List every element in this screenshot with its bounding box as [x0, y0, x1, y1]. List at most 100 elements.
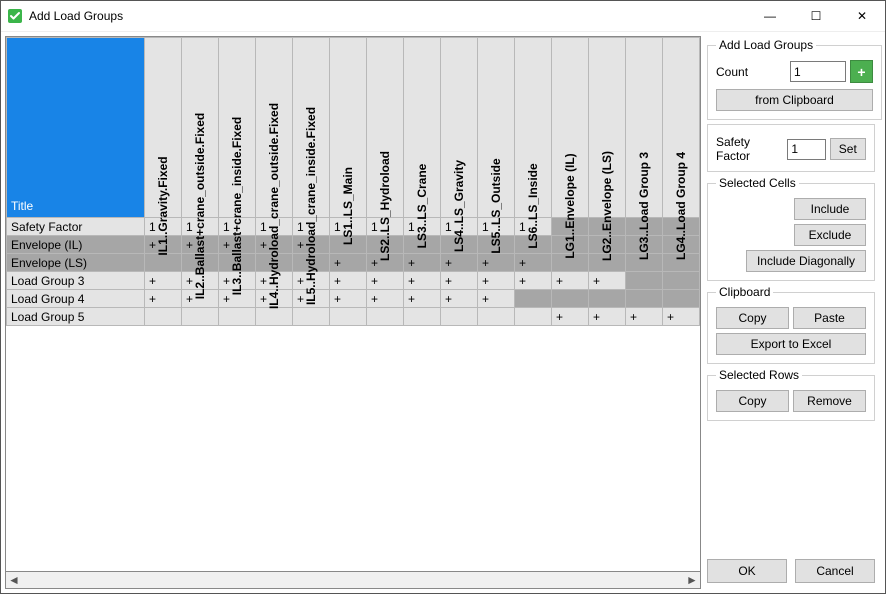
grid-cell[interactable]: + — [404, 254, 441, 272]
grid-cell[interactable]: + — [626, 308, 663, 326]
grid-cell[interactable]: + — [367, 272, 404, 290]
row-header[interactable]: Load Group 3 — [7, 272, 145, 290]
grid-cell[interactable] — [626, 272, 663, 290]
grid-cell[interactable]: + — [441, 290, 478, 308]
grid-cell[interactable]: + — [330, 290, 367, 308]
grid-cell[interactable]: + — [552, 308, 589, 326]
column-header[interactable]: IL5..Hydroload_crane_inside.Fixed — [293, 38, 330, 218]
grid-cell[interactable]: + — [330, 254, 367, 272]
row-header[interactable]: Envelope (LS) — [7, 254, 145, 272]
grid-cell[interactable] — [663, 272, 700, 290]
scroll-left-icon[interactable]: ◄ — [6, 573, 22, 587]
grid-cell[interactable]: + — [145, 272, 182, 290]
column-header[interactable]: LS3..LS_Crane — [404, 38, 441, 218]
column-header[interactable]: LG2..Envelope (LS) — [589, 38, 626, 218]
grid-cell[interactable]: + — [478, 254, 515, 272]
exclude-button[interactable]: Exclude — [794, 224, 866, 246]
column-header[interactable]: LG4..Load Group 4 — [663, 38, 700, 218]
grid-cell[interactable] — [589, 290, 626, 308]
column-header[interactable]: IL1..Gravity.Fixed — [145, 38, 182, 218]
grid-cell[interactable] — [441, 308, 478, 326]
column-header[interactable]: LS4..LS_Gravity — [441, 38, 478, 218]
column-header[interactable]: LG1..Envelope (IL) — [552, 38, 589, 218]
column-header[interactable]: LG3..Load Group 3 — [626, 38, 663, 218]
column-header[interactable]: IL3..Ballast+crane_inside.Fixed — [219, 38, 256, 218]
grid-cell[interactable]: + — [589, 272, 626, 290]
include-button[interactable]: Include — [794, 198, 866, 220]
column-header-label: LG1..Envelope (IL) — [563, 153, 577, 258]
grid-cell[interactable]: + — [589, 308, 626, 326]
grid-cell[interactable]: + — [145, 290, 182, 308]
from-clipboard-button[interactable]: from Clipboard — [716, 89, 873, 111]
include-diagonally-button[interactable]: Include Diagonally — [746, 250, 866, 272]
row-header[interactable]: Load Group 4 — [7, 290, 145, 308]
grid-cell[interactable] — [367, 308, 404, 326]
scroll-right-icon[interactable]: ► — [684, 573, 700, 587]
column-header-label: LG3..Load Group 3 — [637, 152, 651, 260]
column-header-label: LG4..Load Group 4 — [674, 152, 688, 260]
selected-cells-legend: Selected Cells — [716, 176, 799, 190]
grid-cell[interactable] — [219, 308, 256, 326]
column-header[interactable]: IL4..Hydroload_crane_outside.Fixed — [256, 38, 293, 218]
export-to-excel-button[interactable]: Export to Excel — [716, 333, 866, 355]
safety-factor-set-button[interactable]: Set — [830, 138, 866, 160]
close-icon: ✕ — [857, 9, 867, 23]
safety-factor-input[interactable] — [787, 139, 825, 160]
grid-cell[interactable] — [145, 254, 182, 272]
row-header[interactable]: Envelope (IL) — [7, 236, 145, 254]
grid-cell[interactable] — [145, 308, 182, 326]
grid-cell[interactable]: + — [441, 272, 478, 290]
column-header[interactable]: LS1..LS_Main — [330, 38, 367, 218]
rows-remove-button[interactable]: Remove — [793, 390, 866, 412]
column-header[interactable]: LS2..LS_Hydroload — [367, 38, 404, 218]
column-header-label: IL3..Ballast+crane_inside.Fixed — [230, 117, 244, 295]
clipboard-paste-button[interactable]: Paste — [793, 307, 866, 329]
grid-cell[interactable]: + — [404, 272, 441, 290]
grid-cell[interactable]: + — [441, 254, 478, 272]
grid-cell[interactable]: + — [478, 272, 515, 290]
window-close-button[interactable]: ✕ — [839, 1, 885, 31]
selected-rows-group: Selected Rows Copy Remove — [707, 368, 875, 421]
row-header[interactable]: Safety Factor — [7, 218, 145, 236]
grid-cell[interactable] — [552, 290, 589, 308]
column-header[interactable]: LS5..LS_Outside — [478, 38, 515, 218]
row-header[interactable]: Load Group 5 — [7, 308, 145, 326]
column-header[interactable]: LS6..LS_Inside — [515, 38, 552, 218]
grid-cell[interactable]: + — [515, 272, 552, 290]
rows-copy-button[interactable]: Copy — [716, 390, 789, 412]
grid-cell[interactable] — [293, 308, 330, 326]
grid-cell[interactable] — [182, 308, 219, 326]
column-header-label: LS4..LS_Gravity — [452, 160, 466, 252]
minimize-icon: — — [764, 9, 776, 23]
count-input[interactable] — [790, 61, 846, 82]
grid-cell[interactable] — [515, 290, 552, 308]
add-count-button[interactable]: + — [850, 60, 873, 83]
grid-cell[interactable] — [330, 308, 367, 326]
clipboard-copy-button[interactable]: Copy — [716, 307, 789, 329]
column-header[interactable]: IL2..Ballast+crane_outside.Fixed — [182, 38, 219, 218]
grid-cell[interactable]: + — [404, 290, 441, 308]
column-header-label: LG2..Envelope (LS) — [600, 151, 614, 261]
grid-cell[interactable]: + — [552, 272, 589, 290]
column-header-label: LS3..LS_Crane — [415, 164, 429, 249]
grid-cell[interactable]: + — [330, 272, 367, 290]
grid-cell[interactable] — [515, 308, 552, 326]
grid-cell[interactable]: + — [663, 308, 700, 326]
horizontal-scrollbar[interactable]: ◄ ► — [5, 572, 701, 589]
grid-area[interactable]: TitleIL1..Gravity.FixedIL2..Ballast+cran… — [5, 36, 701, 572]
grid-cell[interactable] — [404, 308, 441, 326]
column-header-label: LS1..LS_Main — [341, 167, 355, 245]
ok-button[interactable]: OK — [707, 559, 787, 583]
window: Add Load Groups — ☐ ✕ TitleIL1..Gravity.… — [0, 0, 886, 594]
grid-cell[interactable] — [478, 308, 515, 326]
grid-cell[interactable]: + — [478, 290, 515, 308]
grid-cell[interactable] — [663, 290, 700, 308]
window-minimize-button[interactable]: — — [747, 1, 793, 31]
grid-cell[interactable]: + — [367, 290, 404, 308]
window-maximize-button[interactable]: ☐ — [793, 1, 839, 31]
grid-cell[interactable]: + — [515, 254, 552, 272]
grid-cell[interactable] — [626, 290, 663, 308]
column-header-label: IL1..Gravity.Fixed — [156, 156, 170, 255]
cancel-button[interactable]: Cancel — [795, 559, 875, 583]
grid-cell[interactable] — [256, 308, 293, 326]
